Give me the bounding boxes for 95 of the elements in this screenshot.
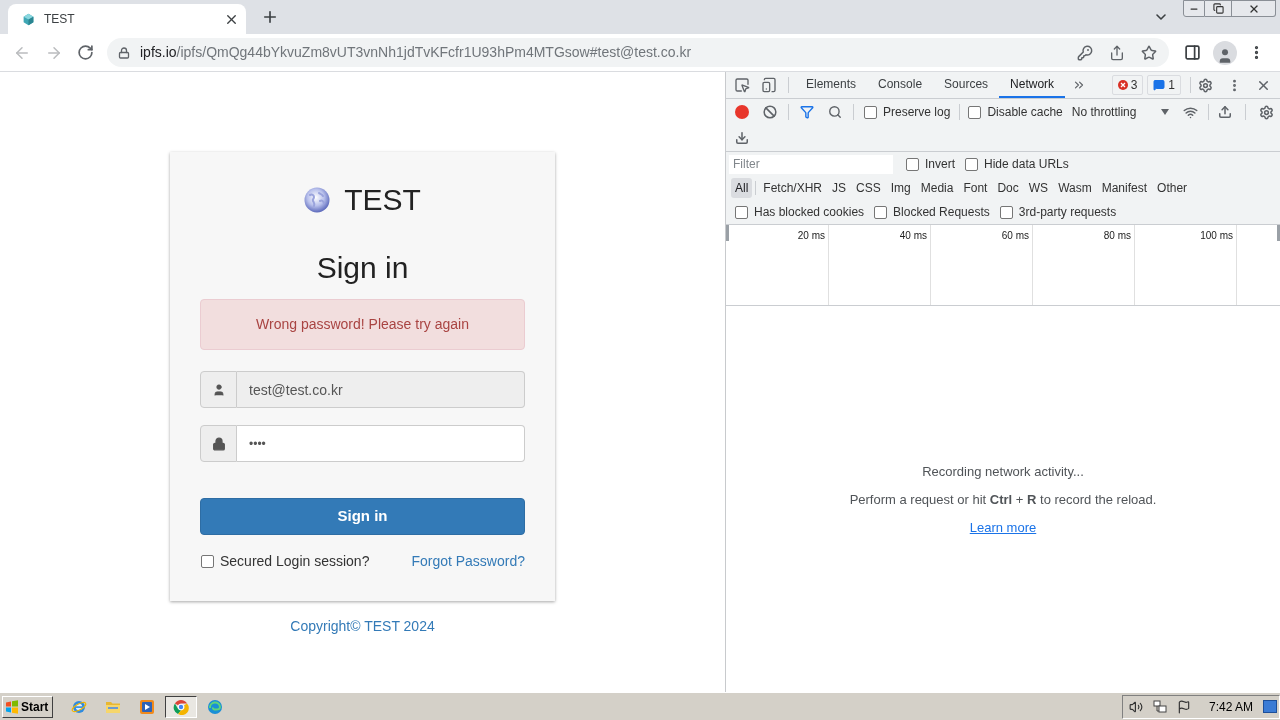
checkbox-label: Hide data URLs xyxy=(984,156,1069,173)
browser-icon xyxy=(173,698,189,715)
time-tick-label: 80 ms xyxy=(1103,230,1131,242)
checkbox-label: 3rd-party requests xyxy=(1018,204,1117,221)
browser-icon xyxy=(207,698,223,715)
error-alert: Wrong password! Please try again xyxy=(200,299,525,350)
type-filter-button[interactable]: Font xyxy=(959,178,992,198)
checkbox-label: Invert xyxy=(925,156,955,173)
flag-icon[interactable] xyxy=(1176,699,1191,714)
media-player-icon xyxy=(139,698,155,715)
type-filter-button[interactable]: Img xyxy=(886,178,915,198)
side-panel-icon[interactable] xyxy=(1184,44,1201,61)
globe-icon xyxy=(304,187,331,213)
checkbox-label: Preserve log xyxy=(883,104,951,121)
checkbox[interactable] xyxy=(906,157,919,171)
restore-button[interactable] xyxy=(1205,0,1232,17)
range-handle[interactable] xyxy=(1277,225,1280,241)
upload-icon[interactable] xyxy=(1217,105,1232,119)
address-bar[interactable]: ipfs.io/ipfs/QmQg44bYkvuZm8vUT3vnNh1jdTvKFcfr1U93hPm4MTGsow#test@test.co.kr xyxy=(107,38,1169,67)
settings-icon[interactable] xyxy=(1258,104,1274,120)
search-icon[interactable] xyxy=(828,105,842,119)
restore-icon xyxy=(1212,3,1224,14)
new-tab-icon[interactable] xyxy=(261,8,279,26)
type-filter-button[interactable]: All xyxy=(731,178,753,198)
forgot-password-link[interactable]: Forgot Password? xyxy=(411,550,525,572)
empty-title: Recording network activity... xyxy=(922,463,1084,481)
star-icon[interactable] xyxy=(1141,44,1157,61)
record-button[interactable] xyxy=(735,105,749,119)
time-tick-label: 20 ms xyxy=(797,230,825,242)
time-tick-label: 60 ms xyxy=(1001,230,1029,242)
type-filter-button[interactable]: Fetch/XHR xyxy=(759,178,827,198)
checkbox[interactable] xyxy=(864,105,877,119)
brand-name: TEST xyxy=(344,185,421,215)
url-text: ipfs.io/ipfs/QmQg44bYkvuZm8vUT3vnNh1jdTvKFcfr1U93hPm4MTGsow#test@test.co.kr xyxy=(140,43,692,62)
checkbox-label: Blocked Requests xyxy=(893,204,990,221)
checkbox[interactable] xyxy=(965,157,978,171)
message-icon xyxy=(1153,79,1166,91)
caret-icon xyxy=(1160,109,1169,115)
inspect-icon[interactable] xyxy=(734,77,750,93)
devtools-tab[interactable]: Console xyxy=(867,72,934,98)
cube-icon xyxy=(22,12,35,26)
checkbox[interactable] xyxy=(999,205,1013,219)
sign-in-button[interactable]: Sign in xyxy=(200,498,525,535)
type-filter-button[interactable]: Wasm xyxy=(1054,178,1096,198)
clock-text: 7:42 AM xyxy=(1208,698,1253,716)
password-field[interactable]: •••• xyxy=(237,425,525,462)
page-heading: Sign in xyxy=(315,250,410,286)
checkbox-label: Secured Login session? xyxy=(220,551,370,571)
checkbox[interactable] xyxy=(735,205,748,219)
devtools-tab[interactable]: Network xyxy=(999,72,1066,98)
device-icon[interactable] xyxy=(761,77,777,93)
type-filter-button[interactable]: Manifest xyxy=(1097,178,1152,198)
settings-icon[interactable] xyxy=(1198,77,1213,93)
share-icon[interactable] xyxy=(1109,44,1125,61)
time-tick-label: 100 ms xyxy=(1200,230,1233,242)
copyright-text: Copyright© TEST 2024 xyxy=(290,618,435,634)
range-handle[interactable] xyxy=(726,225,729,241)
filter-field[interactable]: Filter xyxy=(729,154,893,174)
error-icon xyxy=(1117,80,1128,90)
lock-icon xyxy=(211,436,226,451)
windows-flag-icon xyxy=(5,699,19,714)
checkbox[interactable] xyxy=(201,554,214,568)
errors-badge[interactable]: 3 xyxy=(1111,75,1144,95)
throttling-dropdown[interactable]: No throttling xyxy=(1071,103,1169,121)
clear-icon[interactable] xyxy=(763,105,777,119)
checkbox[interactable] xyxy=(874,205,888,219)
key-icon[interactable] xyxy=(1077,44,1093,61)
speaker-icon[interactable] xyxy=(1128,699,1143,714)
avatar-icon[interactable] xyxy=(1213,40,1237,65)
type-filter-button[interactable]: Media xyxy=(916,178,958,198)
browser-icon xyxy=(71,698,87,715)
reload-icon[interactable] xyxy=(77,44,94,61)
start-button[interactable]: Start xyxy=(2,695,53,718)
checkbox-label: Disable cache xyxy=(987,104,1063,121)
learn-more-link[interactable]: Learn more xyxy=(969,519,1037,537)
empty-hint: Perform a request or hit Ctrl + R to record the reload. xyxy=(849,491,1157,509)
type-filter-button[interactable]: CSS xyxy=(852,178,885,198)
taskbar-app[interactable] xyxy=(165,695,197,718)
checkbox[interactable] xyxy=(968,105,982,119)
network-settings-icon[interactable] xyxy=(1182,104,1198,120)
browser-tab[interactable]: TEST xyxy=(8,4,246,34)
devtools-tab[interactable]: Sources xyxy=(933,72,1000,98)
filter-icon[interactable] xyxy=(800,105,814,119)
user-icon xyxy=(211,382,226,397)
network-icon[interactable] xyxy=(1152,699,1167,714)
type-filter-button[interactable]: WS xyxy=(1024,178,1053,198)
type-filter-button[interactable]: JS xyxy=(828,178,851,198)
time-tick-label: 40 ms xyxy=(899,230,927,242)
type-filter-button[interactable]: Doc xyxy=(993,178,1023,198)
messages-badge[interactable]: 1 xyxy=(1147,75,1181,95)
devtools-tab[interactable]: Elements xyxy=(795,72,868,98)
download-icon[interactable] xyxy=(735,131,749,145)
lock-icon[interactable] xyxy=(118,46,130,59)
type-filter-button[interactable]: Other xyxy=(1153,178,1192,198)
checkbox-label: Has blocked cookies xyxy=(754,204,865,221)
